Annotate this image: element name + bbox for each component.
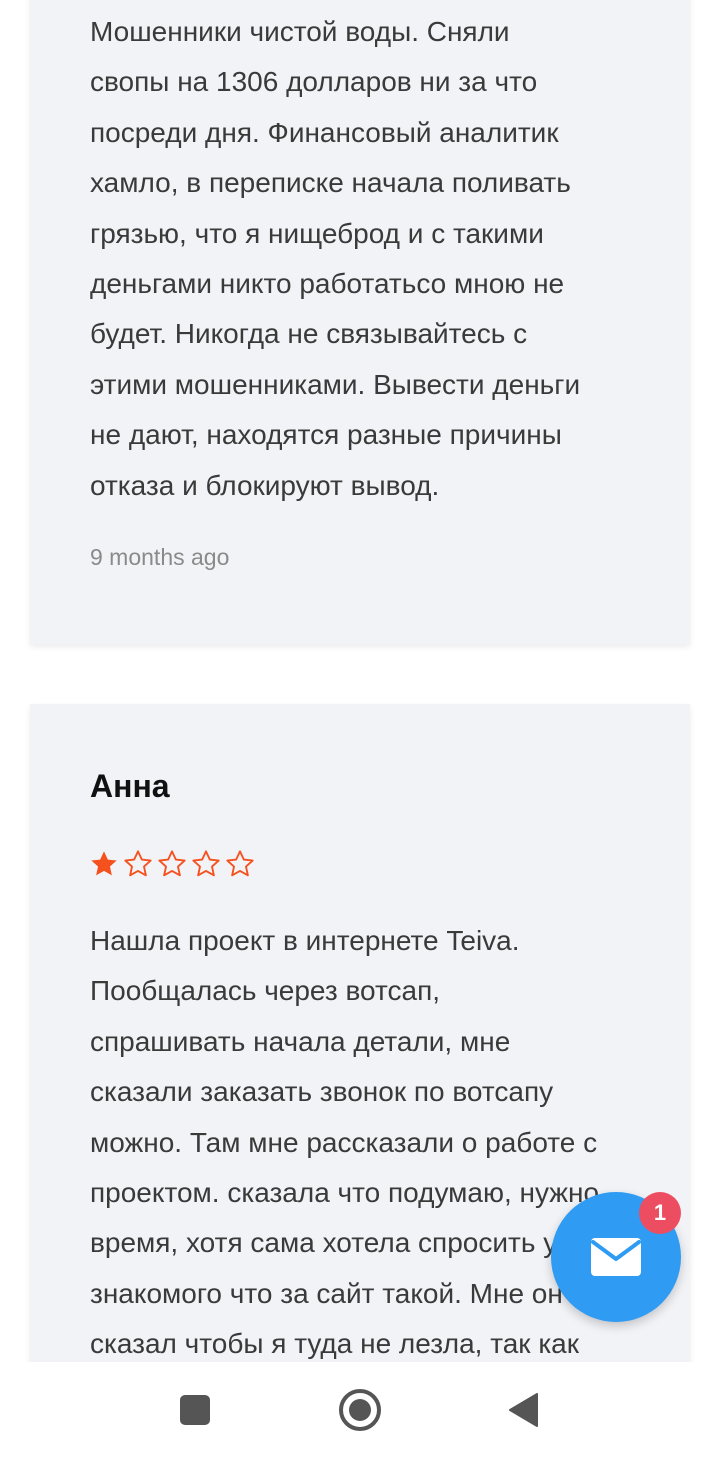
back-button[interactable]: [497, 1384, 549, 1436]
home-icon: [339, 1389, 381, 1431]
star-filled-icon: [91, 851, 117, 876]
review-text: Мошенники чистой воды. Сняли свопы на 13…: [90, 16, 581, 501]
notification-badge: 1: [639, 1192, 681, 1234]
review-card: Мошенники чистой воды. Сняли свопы на 13…: [30, 0, 690, 644]
review-author: Анна: [90, 768, 170, 804]
home-button[interactable]: [334, 1384, 386, 1436]
review-text: Нашла проект в интернете Teiva. Пообщала…: [90, 925, 600, 1360]
star-empty-icon: [158, 850, 186, 877]
system-navigation-bar: [0, 1362, 720, 1457]
review-timestamp: 9 months ago: [90, 544, 230, 570]
star-empty-icon: [192, 850, 220, 877]
star-empty-icon: [226, 850, 254, 877]
star-empty-icon: [124, 850, 152, 877]
mail-icon: [591, 1238, 641, 1276]
recent-apps-icon: [180, 1395, 210, 1425]
star-rating: [88, 848, 256, 880]
back-icon: [509, 1393, 538, 1427]
recent-apps-button[interactable]: [169, 1384, 221, 1436]
